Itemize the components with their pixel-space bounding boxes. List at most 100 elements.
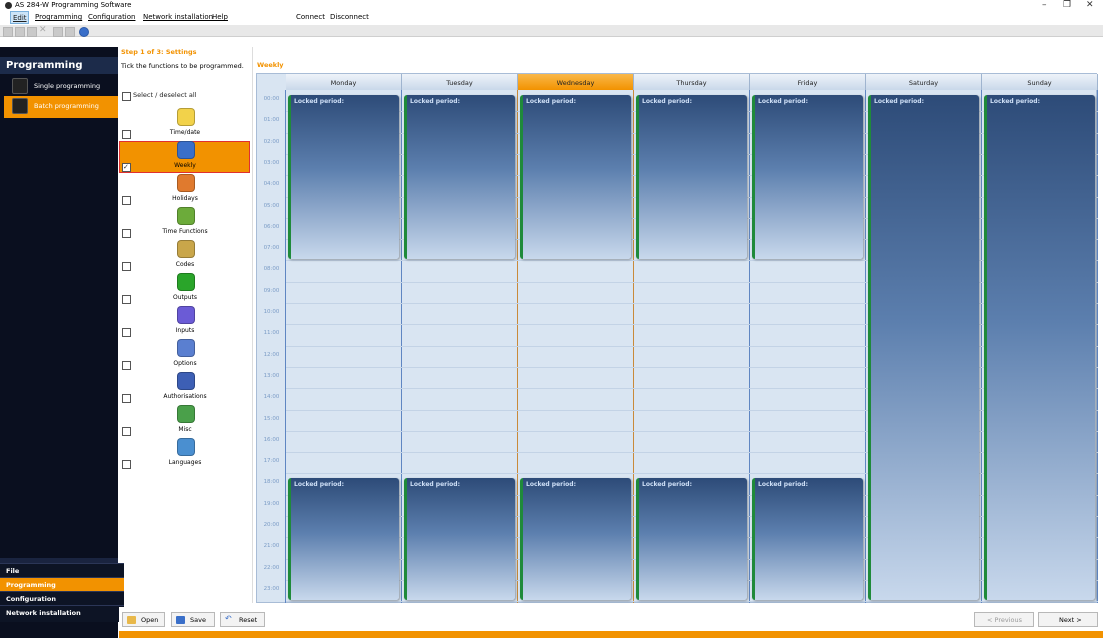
help-icon[interactable] [79, 27, 89, 37]
locked-period-label: Locked period: [758, 98, 808, 105]
time-label: 18:00 [263, 479, 280, 486]
copy-icon[interactable] [53, 27, 63, 37]
locked-period-label: Locked period: [526, 481, 576, 489]
weekly-title: Weekly [257, 61, 284, 69]
function-label: Holidays [172, 195, 198, 202]
keys-icon [177, 240, 195, 258]
time-label: 11:00 [263, 330, 280, 337]
bottom-action-bar: Open Save ↶ Reset < Previous Next > [119, 607, 1103, 631]
time-label: 01:00 [263, 117, 280, 124]
menu-configuration[interactable]: Configuration [88, 13, 135, 21]
nav-item-batch-programming[interactable]: Batch programming [4, 96, 118, 118]
time-label: 06:00 [263, 223, 280, 230]
previous-button[interactable]: < Previous [974, 612, 1034, 627]
time-label: 09:00 [263, 287, 280, 294]
locked-period-label: Locked period: [758, 481, 808, 489]
close-button[interactable]: ✕ [1086, 0, 1094, 10]
menu-help[interactable]: Help [212, 13, 228, 21]
function-label: Authorisations [163, 393, 207, 400]
function-label: Options [173, 360, 197, 367]
locked-period-label: Locked period: [874, 98, 924, 105]
day-header-tuesday[interactable]: Tuesday [402, 74, 518, 90]
locked-period-block[interactable]: Locked period: [752, 95, 863, 260]
time-functions-icon [177, 207, 195, 225]
time-label: 17:00 [263, 458, 280, 465]
weekly-calendar-icon [177, 141, 195, 159]
globe-icon [177, 438, 195, 456]
arrow-left-icon [177, 306, 195, 324]
open-icon[interactable] [15, 27, 25, 37]
function-label: Languages [168, 459, 202, 466]
locked-period-block[interactable]: Locked period: [868, 95, 979, 601]
time-label: 12:00 [263, 351, 280, 358]
instruction-text: Tick the functions to be programmed. [121, 62, 244, 70]
function-label: Misc [178, 426, 192, 433]
nav-section-title: Programming [0, 57, 118, 74]
menu-edit[interactable]: Edit [10, 11, 29, 24]
locked-period-block[interactable]: Locked period: [636, 95, 747, 260]
locked-period-block[interactable]: Locked period: [984, 95, 1095, 601]
app-icon [5, 2, 12, 9]
step-title: Step 1 of 3: Settings [121, 48, 197, 56]
locked-period-block[interactable]: Locked period: [288, 95, 399, 260]
weekly-schedule-grid[interactable]: Monday Tuesday Wednesday Thursday Friday Satu… [256, 73, 1098, 603]
save-button[interactable]: Save [171, 612, 215, 627]
reset-button[interactable]: ↶ Reset [220, 612, 265, 627]
locked-period-block[interactable]: Locked period: [520, 478, 631, 601]
time-label: 05:00 [263, 202, 280, 209]
locked-period-label: Locked period: [294, 98, 344, 105]
day-header-saturday[interactable]: Saturday [866, 74, 982, 90]
minimize-button[interactable]: – [1042, 0, 1047, 10]
window-title: AS 284-W Programming Software [15, 1, 132, 9]
locked-period-label: Locked period: [642, 481, 692, 489]
function-label: Outputs [173, 294, 197, 301]
left-navigation [0, 47, 118, 638]
menu-programming[interactable]: Programming [35, 13, 82, 21]
locked-period-label: Locked period: [410, 98, 460, 105]
locked-period-block[interactable]: Locked period: [752, 478, 863, 601]
paste-icon[interactable] [65, 27, 75, 37]
nav-bottom-network-installation[interactable]: Network installation [0, 605, 124, 622]
locked-period-block[interactable]: Locked period: [636, 478, 747, 601]
delete-icon[interactable]: ✕ [39, 25, 47, 35]
new-icon[interactable] [3, 27, 13, 37]
misc-icon [177, 405, 195, 423]
locked-period-label: Locked period: [990, 98, 1040, 105]
function-label: Weekly [174, 162, 196, 169]
next-button[interactable]: Next > [1038, 612, 1098, 627]
locked-period-block[interactable]: Locked period: [404, 478, 515, 601]
disconnect-button[interactable]: Disconnect [330, 13, 369, 21]
locked-period-label: Locked period: [294, 481, 344, 489]
connect-button[interactable]: Connect [296, 13, 325, 21]
day-header-friday[interactable]: Friday [750, 74, 866, 90]
save-icon[interactable] [27, 27, 37, 37]
time-label: 19:00 [263, 500, 280, 507]
nav-item-single-programming[interactable]: Single programming [4, 76, 118, 96]
authorisations-icon [177, 372, 195, 390]
status-strip [119, 631, 1103, 638]
time-label: 03:00 [263, 159, 280, 166]
single-programmer-icon [12, 78, 28, 94]
open-button[interactable]: Open [122, 612, 165, 627]
options-icon [177, 339, 195, 357]
title-bar: AS 284-W Programming Software – ❐ ✕ [0, 0, 1103, 11]
locked-period-block[interactable]: Locked period: [520, 95, 631, 260]
locked-period-block[interactable]: Locked period: [288, 478, 399, 601]
clock-icon [177, 108, 195, 126]
day-header-monday[interactable]: Monday [286, 74, 402, 90]
locked-period-label: Locked period: [642, 98, 692, 105]
select-all-checkbox[interactable] [122, 92, 131, 101]
arrow-right-icon [177, 273, 195, 291]
day-header-wednesday[interactable]: Wednesday [518, 74, 634, 90]
day-header-sunday[interactable]: Sunday [982, 74, 1098, 90]
toolbar: ✕ [0, 25, 1103, 37]
floppy-icon [176, 616, 185, 624]
locked-period-block[interactable]: Locked period: [404, 95, 515, 260]
menu-network-installation[interactable]: Network installation [143, 13, 213, 21]
maximize-button[interactable]: ❐ [1063, 0, 1071, 10]
time-label: 20:00 [263, 522, 280, 528]
time-label: 02:00 [263, 138, 280, 145]
batch-programmer-icon [12, 98, 28, 114]
day-header-thursday[interactable]: Thursday [634, 74, 750, 90]
time-label: 00:00 [263, 96, 280, 102]
